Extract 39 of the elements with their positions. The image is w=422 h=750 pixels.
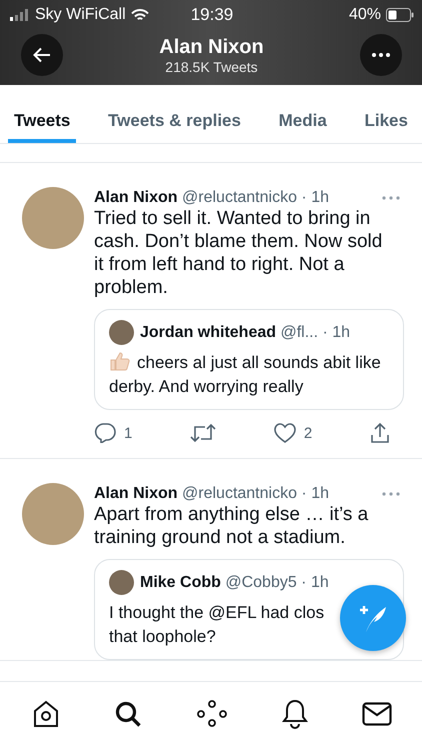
quote-text: I thought the @EFL had clos xyxy=(109,602,324,624)
profile-name: Alan Nixon xyxy=(159,36,264,58)
tweet-text: Tried to sell it. Wanted to bring in cash. Don’t blame them. Now sold it from left hand to right. Not a problem. xyxy=(94,207,384,299)
tweet-count: 218.5K Tweets xyxy=(165,58,258,74)
share-button[interactable] xyxy=(370,422,390,444)
thumbs-up-icon xyxy=(109,351,131,371)
back-arrow-icon xyxy=(33,47,51,63)
profile-tab[interactable]: Tweets xyxy=(8,85,76,143)
spaces-icon[interactable] xyxy=(196,700,228,728)
more-icon[interactable] xyxy=(382,492,400,496)
profile-tab[interactable]: Media xyxy=(272,85,333,143)
clock-time: 19:39 xyxy=(190,5,234,25)
tweet-author[interactable]: Alan Nixon @reluctantnicko · 1h xyxy=(94,485,329,503)
profile-tab[interactable]: Tweets & replies xyxy=(102,85,247,143)
battery-percent: 40% xyxy=(348,6,381,24)
more-icon[interactable] xyxy=(382,196,400,200)
avatar-placeholder xyxy=(109,570,134,595)
quote-author: Mike Cobb @Cobby5 · 1h xyxy=(140,574,329,592)
quote-text: that loophole? xyxy=(109,626,216,648)
back-button[interactable] xyxy=(21,34,63,76)
avatar-placeholder xyxy=(109,320,134,345)
profile-tab[interactable]: Likes xyxy=(358,85,414,143)
carrier-label: Sky WiFiCall xyxy=(35,6,126,24)
notifications-icon[interactable] xyxy=(282,699,308,729)
compose-button[interactable] xyxy=(340,585,406,651)
quoted-tweet[interactable]: Jordan whitehead @fl... · 1h cheers al just all sounds abit like derby. And worrying really xyxy=(94,309,404,410)
more-button[interactable] xyxy=(360,34,402,76)
wifi-icon xyxy=(130,8,149,22)
mail-icon[interactable] xyxy=(362,702,392,726)
quote-text: cheers al just all sounds abit like derby. And worrying really xyxy=(109,351,382,398)
signal-icon xyxy=(10,9,30,21)
tweet-text: Apart from anything else … it’s a training ground not a stadium. xyxy=(94,503,370,549)
battery-icon xyxy=(386,8,414,22)
tweet-author[interactable]: Alan Nixon @reluctantnicko · 1h xyxy=(94,189,329,207)
retweet-button[interactable] xyxy=(190,423,216,443)
more-icon xyxy=(372,53,390,57)
home-icon[interactable] xyxy=(32,699,60,729)
search-icon[interactable] xyxy=(114,700,142,728)
quote-author: Jordan whitehead @fl... · 1h xyxy=(140,324,350,342)
